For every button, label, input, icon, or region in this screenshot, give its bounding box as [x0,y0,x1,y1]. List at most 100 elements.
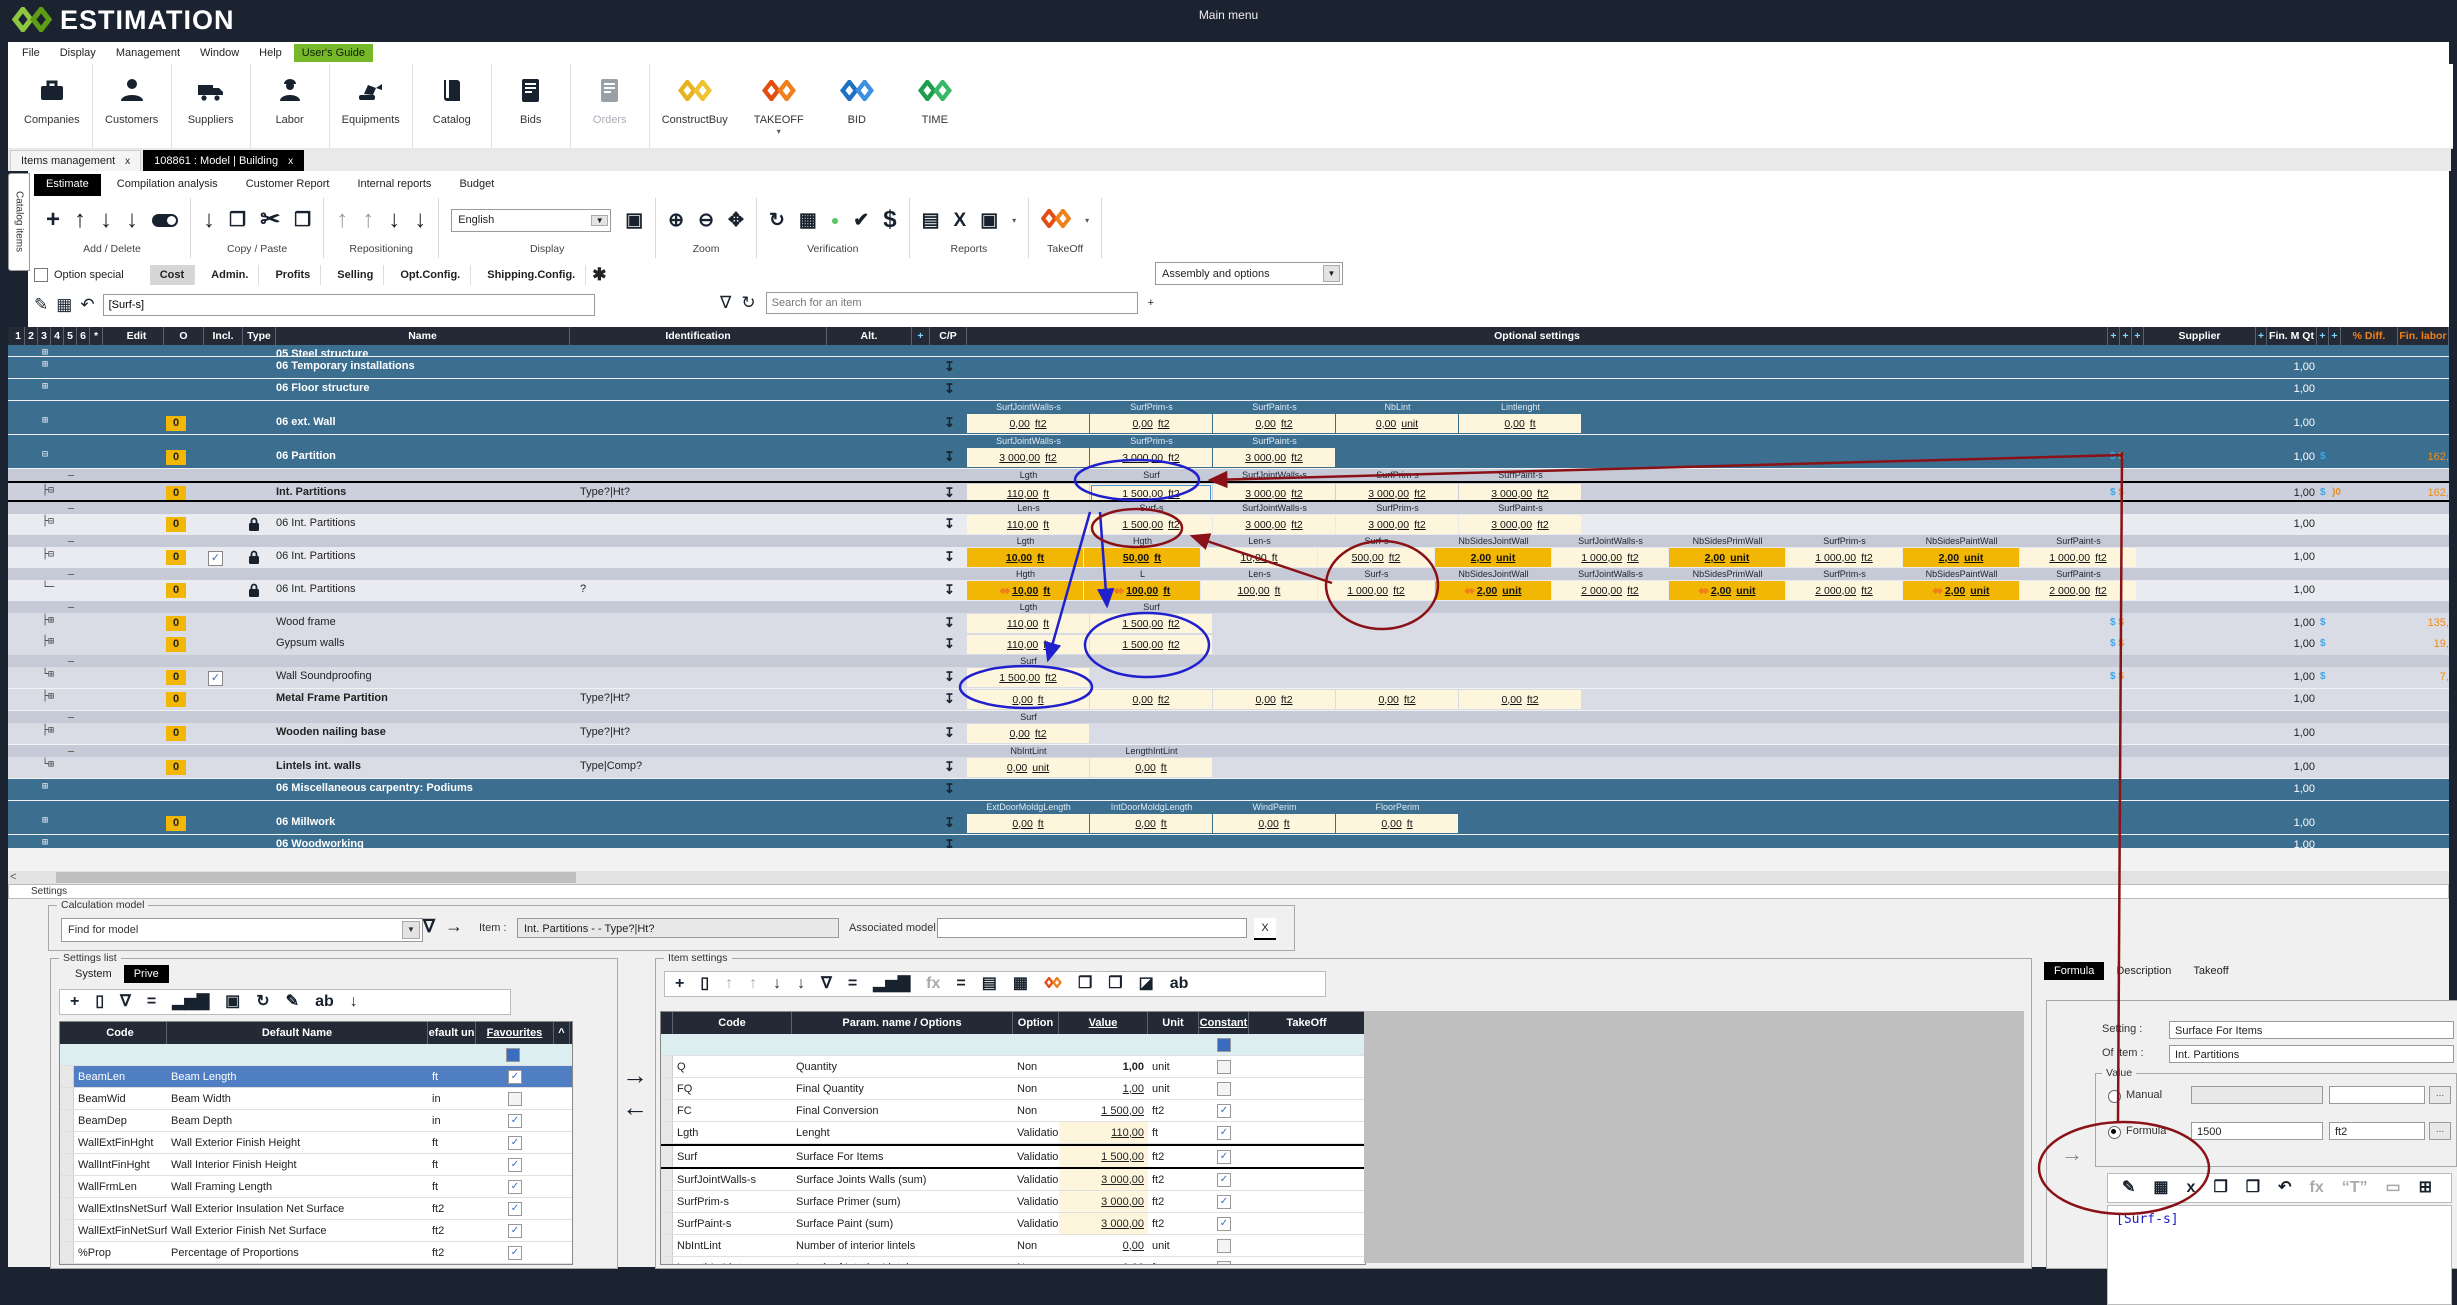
assembly-select[interactable]: Assembly and options ▼ [1155,262,1343,285]
takeoff-diamond-icon[interactable] [1041,209,1071,231]
value-cell[interactable]: 2,00unit [1435,548,1551,567]
value-cell[interactable]: 0,00ft [1213,814,1335,833]
row-selector[interactable] [60,1110,74,1131]
app-button-takeoff[interactable]: TAKEOFF▾ [740,64,818,148]
value-cell[interactable]: 0,00ft2 [1213,414,1335,433]
value-cell[interactable]: 110,00ft [967,484,1089,502]
item-setting-row[interactable]: SurfPrim-sSurface Primer (sum)Validatio3… [661,1191,1365,1213]
tree-expander-icon[interactable]: ⊞ [42,815,48,826]
tab-budget[interactable]: Budget [447,174,506,196]
row-selector[interactable] [661,1078,673,1099]
table-row[interactable]: ⊞06 Miscellaneous carpentry: Podiums↧1,0… [8,779,2449,800]
param-value[interactable]: 3 000,00 [1059,1213,1148,1234]
value-cell[interactable]: ◆◆2,00unit [1669,581,1785,600]
move-top-icon[interactable]: ↑ [725,976,733,992]
value-cell[interactable]: ◆◆2,00unit [1903,581,2019,600]
row-selector[interactable] [60,1176,74,1197]
report-doc-icon[interactable]: ▤ [922,211,940,230]
refresh-icon[interactable]: ↻ [256,994,269,1010]
row-insert-up-icon[interactable]: ↑ [74,208,86,232]
param-value[interactable]: 1 500,00 [1059,1100,1148,1121]
move-up-icon[interactable]: ↑ [749,976,757,992]
pencil-icon[interactable]: ✎ [286,994,299,1010]
favourite-checkbox[interactable]: ✓ [508,1224,522,1238]
row-selector[interactable] [661,1169,673,1190]
copy-down-icon[interactable]: ↧ [944,485,955,501]
option-special-checkbox[interactable] [34,268,48,282]
copy-down-icon[interactable]: ↧ [944,781,955,797]
table-row[interactable]: ⊞006 ext. Wall↧0,00ft20,00ft20,00ft20,00… [8,413,2449,434]
image-icon[interactable]: ▣ [625,211,643,230]
dollar-icon[interactable]: $ [883,208,896,232]
horizontal-scrollbar[interactable]: < [8,871,2449,884]
value-cell[interactable]: 1 000,00ft2 [1552,548,1668,567]
chart-icon[interactable]: ▂▅▇ [172,994,209,1010]
favourite-checkbox[interactable]: ✓ [508,1158,522,1172]
import-icon[interactable]: ↓ [350,994,358,1010]
constant-checkbox[interactable]: ✓ [1217,1126,1231,1140]
constant-cell[interactable] [1199,1078,1249,1099]
copy-down-icon[interactable]: ↧ [944,359,955,375]
value-cell[interactable]: 50,00ft [1084,548,1200,567]
favourite-cell[interactable]: ✓ [476,1066,554,1087]
takeoff-diamond-icon[interactable] [1044,977,1062,991]
filter-button-cost[interactable]: Cost [150,265,195,285]
value-cell[interactable]: 3 000,00ft2 [1213,484,1335,502]
value-cell[interactable]: 10,00ft [967,548,1083,567]
app-button-companies[interactable]: Companies [12,64,93,148]
formula-value-field[interactable]: 1500 [2191,1122,2323,1140]
table-row[interactable]: ⊞06 Floor structure↧1,00 [8,379,2449,400]
constant-checkbox[interactable] [1217,1082,1231,1096]
paste-icon[interactable]: ❒ [2246,1180,2260,1196]
tab-compilation-analysis[interactable]: Compilation analysis [105,174,230,196]
row-selector[interactable] [661,1146,673,1167]
row-append-icon[interactable]: ↓ [126,208,138,232]
formula-expression[interactable]: [Surf-s] [2107,1205,2452,1305]
app-button-catalog[interactable]: Catalog [413,64,492,148]
copy-down-icon[interactable]: ↧ [944,815,955,831]
filter-button-admin[interactable]: Admin. [201,265,259,285]
favourite-checkbox[interactable]: ✓ [508,1180,522,1194]
tree-expander-icon[interactable]: ├⊞ [42,691,54,702]
app-button-customers[interactable]: Customers [93,64,172,148]
value-cell[interactable]: 110,00ft [967,614,1089,633]
chevron-down-icon[interactable]: ▼ [591,215,608,226]
copy-down-icon[interactable]: ↧ [944,837,955,848]
value-cell[interactable]: 1 000,00ft2 [2020,548,2136,567]
value-cell[interactable]: 0,00ft [967,690,1089,709]
row-remove-icon[interactable]: ↓ [100,208,112,232]
settings-row[interactable]: %PropPercentage of Proportionsft2✓ [60,1242,572,1264]
save-icon[interactable]: ▦ [2153,1180,2168,1196]
menu-item-users-guide[interactable]: User's Guide [294,44,373,62]
app-button-time[interactable]: TIME [896,64,974,148]
chevron-down-icon[interactable]: ▼ [402,921,420,939]
constant-cell[interactable] [1199,1235,1249,1256]
value-cell[interactable]: 0,00ft2 [1336,690,1458,709]
copy-down-icon[interactable]: ↧ [944,516,955,532]
row-selector[interactable] [661,1213,673,1234]
menu-item-help[interactable]: Help [251,44,290,62]
value-cell[interactable]: 0,00ft [1090,814,1212,833]
save-icon[interactable]: ▦ [56,295,72,315]
close-icon[interactable]: x [125,156,130,167]
value-cell[interactable]: 110,00ft [967,635,1089,654]
row-selector[interactable] [60,1220,74,1241]
fx-icon[interactable]: fx [926,976,940,992]
formula-input[interactable] [103,294,595,316]
favourite-cell[interactable]: ✓ [476,1176,554,1197]
value-cell[interactable]: 100,00ft [1201,581,1317,600]
copy-down-icon[interactable]: ↧ [944,759,955,775]
settings-splitter[interactable]: Settings [8,884,2449,899]
menu-item-file[interactable]: File [14,44,48,62]
chevron-down-icon[interactable]: ▾ [1085,216,1089,225]
favourite-cell[interactable]: ✓ [476,1132,554,1153]
trash-icon[interactable]: ▯ [95,994,104,1010]
transfer-left-icon[interactable]: ← [622,1092,648,1123]
param-value[interactable]: 1,00 [1059,1056,1148,1077]
fx-icon[interactable]: fx [2310,1180,2324,1196]
tab-internal-reports[interactable]: Internal reports [345,174,443,196]
value-cell[interactable]: 0,00ft [1090,758,1212,777]
row-selector[interactable] [661,1122,673,1143]
settings-row[interactable]: WallExtFinHghtWall Exterior Finish Heigh… [60,1132,572,1154]
row-selector[interactable] [661,1100,673,1121]
